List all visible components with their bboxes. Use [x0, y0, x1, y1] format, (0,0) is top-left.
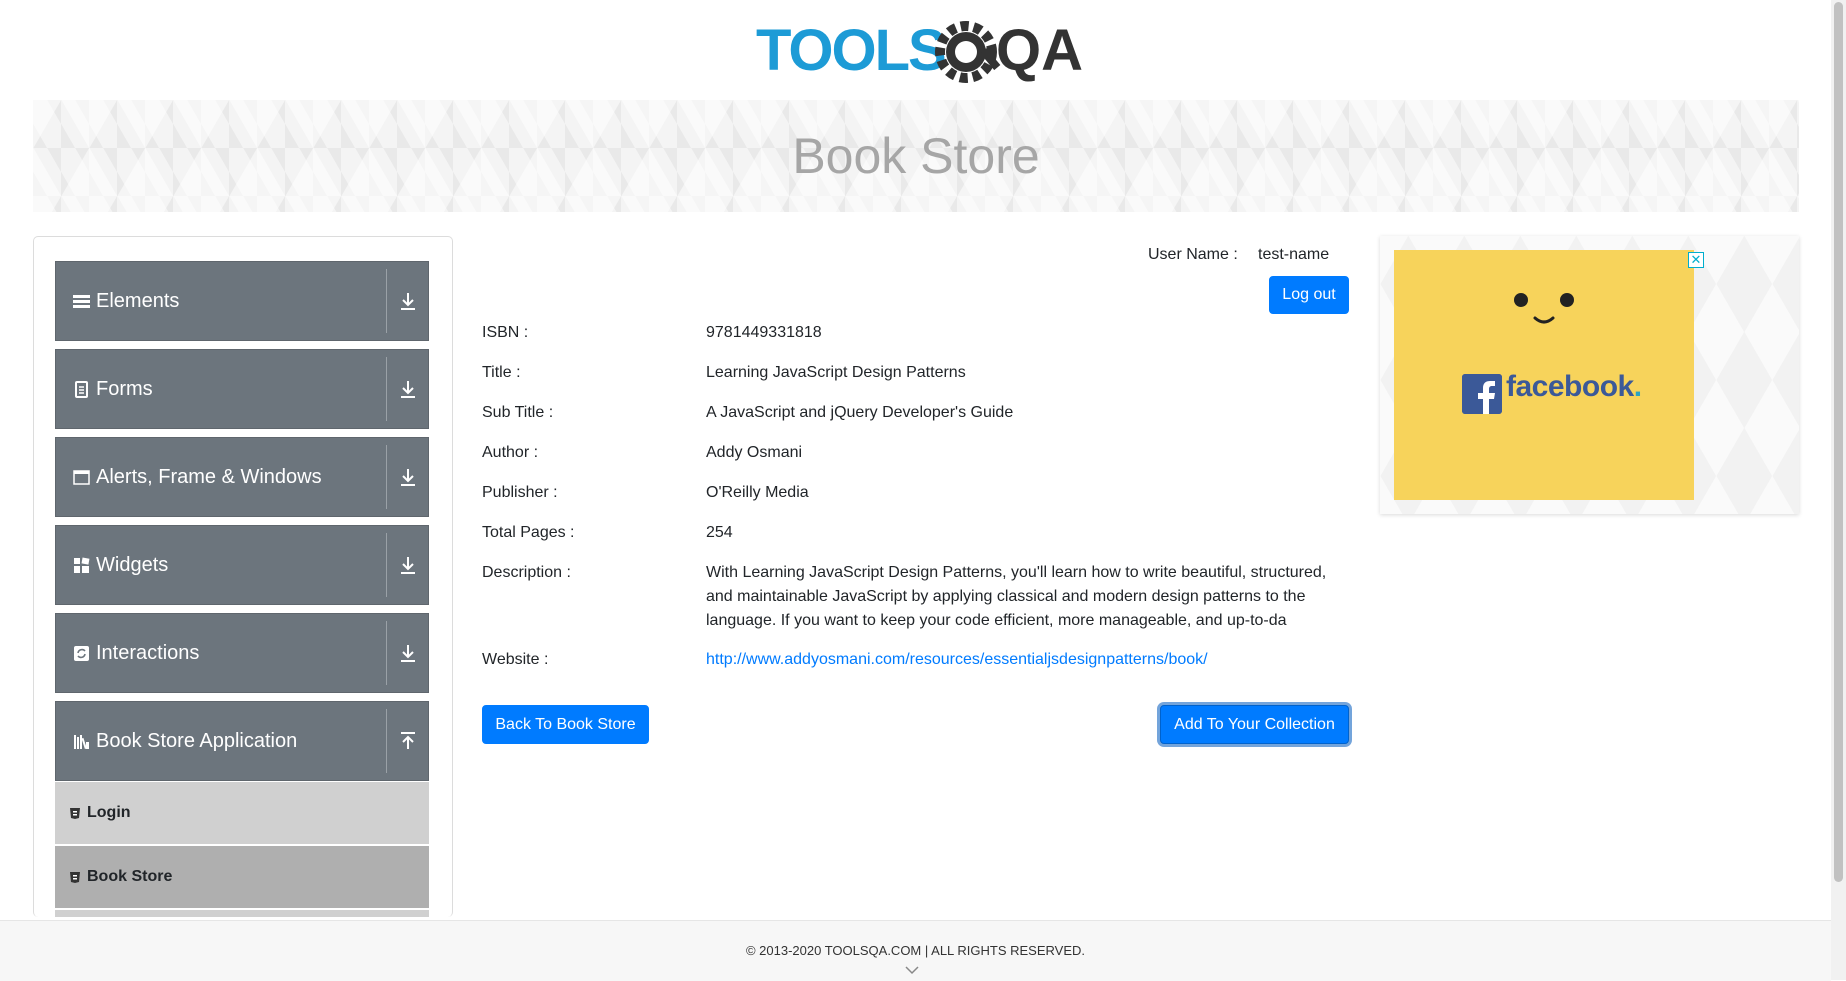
isbn-label: ISBN :	[482, 324, 529, 341]
sidebar-item-book-store[interactable]: Book Store	[55, 846, 429, 908]
sidebar-group-label: Book Store Application	[96, 730, 298, 752]
sidebar-item-label: Login	[87, 804, 131, 821]
website-link[interactable]: http://www.addyosmani.com/resources/esse…	[706, 651, 1208, 668]
facebook-wordmark: facebook.	[1506, 370, 1642, 404]
sidebar-group-interactions[interactable]: Interactions	[55, 613, 429, 693]
back-to-book-store-button[interactable]: Back To Book Store	[482, 705, 649, 744]
window-icon	[73, 470, 90, 485]
close-icon[interactable]: ✕	[1688, 252, 1704, 268]
divider	[386, 533, 387, 597]
sidebar-group-widgets[interactable]: Widgets	[55, 525, 429, 605]
user-name-label: User Name :	[1148, 246, 1238, 263]
logout-button[interactable]: Log out	[1269, 276, 1349, 314]
isbn-value: 9781449331818	[706, 324, 822, 341]
title-value: Learning JavaScript Design Patterns	[706, 364, 966, 381]
add-to-collection-button[interactable]: Add To Your Collection	[1160, 705, 1349, 744]
sidebar-group-label: Alerts, Frame & Windows	[96, 466, 322, 488]
divider	[386, 709, 387, 773]
title-label: Title :	[482, 364, 521, 381]
sidebar-group-label: Elements	[96, 290, 180, 312]
sidebar-group-book-store-application[interactable]: Book Store Application	[55, 701, 429, 781]
download-arrow-icon[interactable]	[398, 554, 418, 576]
sidebar-group-label: Widgets	[96, 554, 169, 576]
books-icon	[74, 735, 89, 750]
facebook-wordmark-dot: .	[1633, 370, 1642, 403]
facebook-wordmark-text: facebook	[1506, 370, 1634, 403]
ad-container: ✕ facebook.	[1380, 236, 1799, 514]
download-arrow-icon[interactable]	[398, 642, 418, 664]
widgets-icon	[74, 557, 90, 573]
total-pages-value: 254	[706, 524, 733, 541]
page-title: Book Store	[792, 128, 1040, 184]
website-value: http://www.addyosmani.com/resources/esse…	[706, 648, 1346, 672]
subtitle-label: Sub Title :	[482, 404, 554, 421]
sidebar-item-login[interactable]: Login	[55, 782, 429, 844]
smiley-face-icon	[1514, 293, 1574, 324]
divider	[386, 621, 387, 685]
page-scrollbar[interactable]	[1831, 0, 1846, 980]
shield-icon	[70, 871, 80, 883]
sidebar-group-forms[interactable]: Forms	[55, 349, 429, 429]
description-value: With Learning JavaScript Design Patterns…	[706, 564, 1327, 629]
download-arrow-icon[interactable]	[398, 466, 418, 488]
publisher-label: Publisher :	[482, 484, 558, 501]
publisher-value: O'Reilly Media	[706, 484, 809, 501]
author-value: Addy Osmani	[706, 444, 803, 461]
footer: © 2013-2020 TOOLSQA.COM | ALL RIGHTS RES…	[0, 920, 1831, 981]
total-pages-label: Total Pages :	[482, 524, 575, 541]
sidebar-group-elements[interactable]: Elements	[55, 261, 429, 341]
sidebar-group-label: Interactions	[96, 642, 200, 664]
divider	[386, 269, 387, 333]
scrollbar-thumb[interactable]	[1834, 2, 1843, 882]
divider	[386, 357, 387, 421]
chevron-down-icon[interactable]	[905, 965, 919, 975]
logo-text-tools: TOOLS	[756, 18, 945, 83]
toolsqa-logo[interactable]: TOOLS QA	[756, 14, 1086, 94]
upload-arrow-icon[interactable]	[398, 730, 418, 752]
download-arrow-icon[interactable]	[398, 290, 418, 312]
user-name-value: test-name	[1258, 246, 1330, 263]
document-icon	[75, 381, 88, 398]
sidebar-group-label: Forms	[96, 378, 153, 400]
sidebar: Elements Forms Alerts, Frame & Windows W…	[33, 236, 453, 917]
sidebar-item-label: Book Store	[87, 868, 173, 885]
shield-icon	[70, 807, 80, 819]
author-label: Author :	[482, 444, 539, 461]
facebook-icon	[1462, 374, 1502, 414]
copyright-text: © 2013-2020 TOOLSQA.COM | ALL RIGHTS RES…	[745, 943, 1086, 958]
sidebar-item-next[interactable]	[55, 910, 429, 917]
description-label: Description :	[482, 564, 571, 581]
refresh-icon	[74, 646, 89, 661]
gear-icon	[935, 21, 1001, 83]
divider	[386, 445, 387, 509]
facebook-ad[interactable]: ✕ facebook.	[1394, 250, 1704, 500]
logo-text-qa: QA	[996, 18, 1083, 83]
website-label: Website :	[482, 651, 549, 668]
download-arrow-icon[interactable]	[398, 378, 418, 400]
subtitle-value: A JavaScript and jQuery Developer's Guid…	[706, 404, 1014, 421]
sidebar-group-alerts-frame-windows[interactable]: Alerts, Frame & Windows	[55, 437, 429, 517]
hamburger-icon	[73, 295, 90, 308]
page-banner: Book Store	[33, 100, 1799, 212]
